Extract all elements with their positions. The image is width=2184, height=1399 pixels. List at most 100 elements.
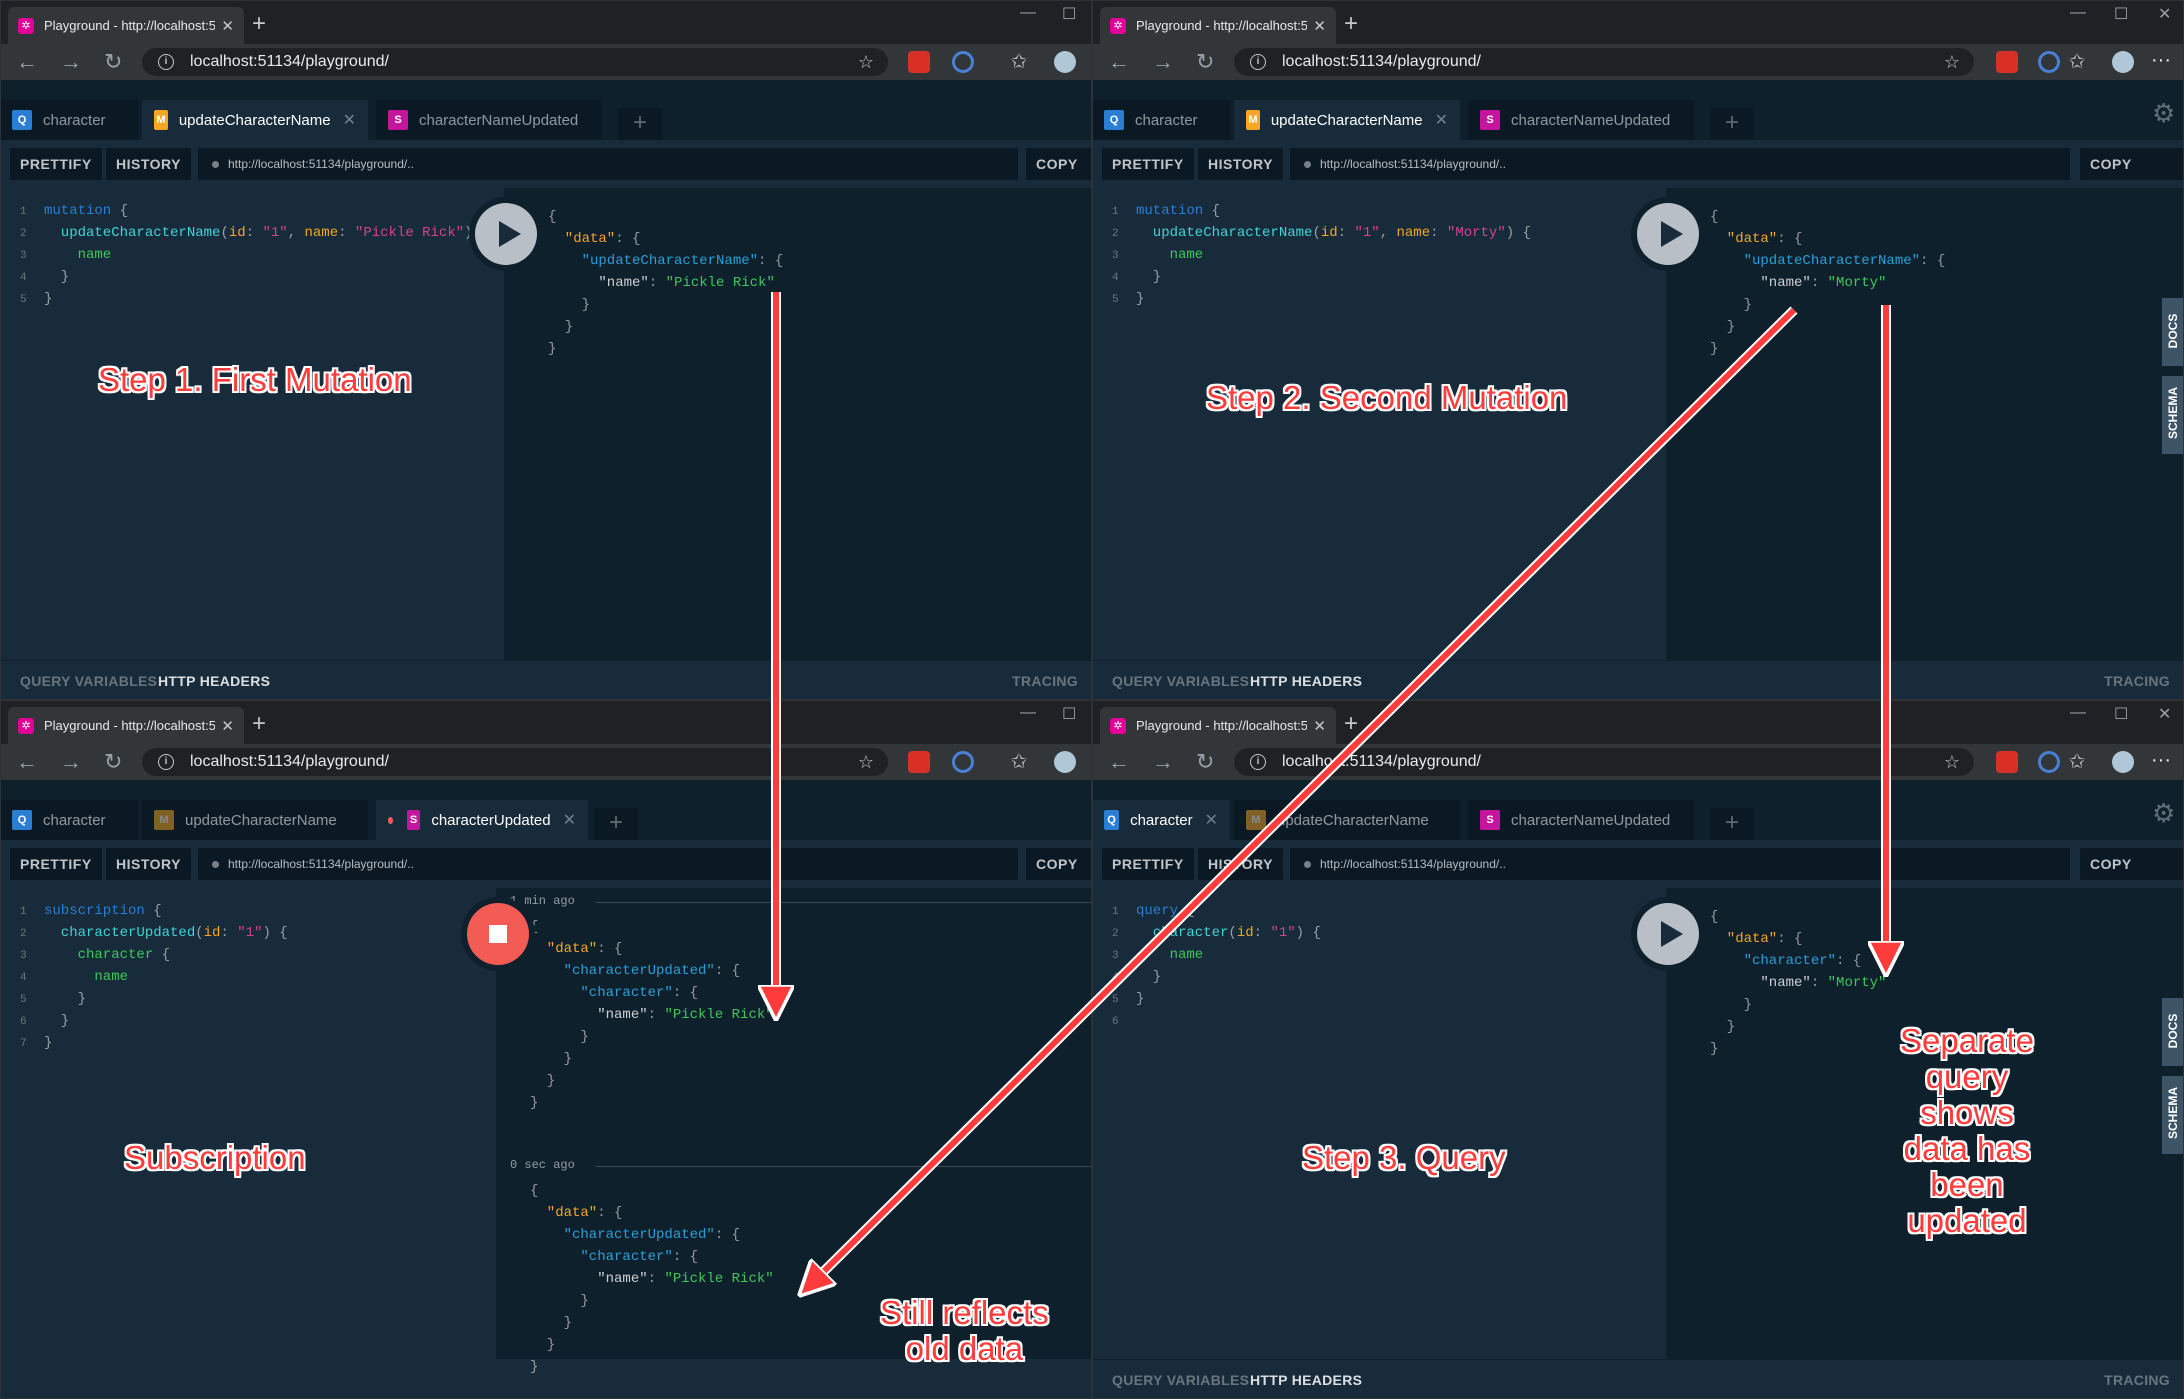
close-tab-icon[interactable]: ✕ <box>1205 810 1218 830</box>
docs-tab[interactable]: DOCS <box>2162 298 2184 366</box>
close-tab-icon[interactable]: ✕ <box>221 717 234 735</box>
gear-icon[interactable]: ⚙ <box>2152 798 2175 829</box>
tab-characterupdated[interactable]: S characterUpdated ✕ <box>376 800 588 840</box>
avatar[interactable] <box>2112 751 2134 773</box>
add-tab-button[interactable]: + <box>618 108 662 140</box>
tab-updatecharactername[interactable]: M updateCharacterName <box>142 800 368 840</box>
prettify-button[interactable]: PRETTIFY <box>10 848 102 880</box>
play-icon[interactable] <box>1637 903 1699 965</box>
star-icon[interactable]: ☆ <box>858 48 874 76</box>
endpoint-field[interactable]: http://localhost:51134/playground/.. <box>198 848 1018 880</box>
info-icon[interactable]: i <box>158 54 174 70</box>
extension-icon[interactable] <box>1996 51 2018 73</box>
forward-arrow-icon[interactable]: → <box>1152 750 1174 774</box>
minimize-icon[interactable]: — <box>1020 704 1036 722</box>
code-line[interactable]: 3 name <box>20 244 111 266</box>
copy-curl-button[interactable]: COPY CURL <box>1026 848 1092 904</box>
browser-tab[interactable]: ✲ Playground - http://localhost:51 ✕ <box>1100 707 1336 744</box>
tab-character[interactable]: Q character ✕ <box>1092 800 1230 840</box>
code-line[interactable]: 5 } <box>20 988 86 1010</box>
forward-arrow-icon[interactable]: → <box>1152 50 1174 74</box>
code-line[interactable]: 7} <box>20 1032 52 1054</box>
code-line[interactable]: 3 name <box>1112 244 1203 266</box>
browser-tab[interactable]: ✲ Playground - http://localhost:51 ✕ <box>8 7 244 44</box>
close-tab-icon[interactable]: ✕ <box>1435 110 1448 130</box>
more-icon[interactable]: ··· <box>2150 50 2172 73</box>
avatar[interactable] <box>2112 51 2134 73</box>
query-editor[interactable]: 1 mutation {2 updateCharacterName(id: "1"… <box>0 188 504 660</box>
extension-icon[interactable] <box>1996 751 2018 773</box>
refresh-icon[interactable]: ↻ <box>1196 50 1214 74</box>
code-line[interactable]: 1 query { <box>1112 900 1195 922</box>
close-window-icon[interactable]: ✕ <box>2158 704 2171 724</box>
back-arrow-icon[interactable]: ← <box>16 50 38 74</box>
extension-icon[interactable] <box>952 51 974 73</box>
minimize-icon[interactable]: — <box>2070 704 2086 722</box>
info-icon[interactable]: i <box>1250 54 1266 70</box>
play-icon[interactable] <box>1637 203 1699 265</box>
copy-curl-button[interactable]: COPY CURL <box>2080 848 2184 904</box>
minimize-icon[interactable]: — <box>2070 4 2086 22</box>
avatar[interactable] <box>1054 51 1076 73</box>
extension-icon[interactable] <box>952 751 974 773</box>
tab-updatecharactername[interactable]: M updateCharacterName ✕ <box>1234 100 1460 140</box>
info-icon[interactable]: i <box>1250 754 1266 770</box>
copy-curl-button[interactable]: COPY CURL <box>2080 148 2184 204</box>
endpoint-field[interactable]: http://localhost:51134/playground/.. <box>1290 148 2070 180</box>
maximize-icon[interactable]: ☐ <box>1062 4 1076 24</box>
back-arrow-icon[interactable]: ← <box>16 750 38 774</box>
close-tab-icon[interactable]: ✕ <box>343 110 356 130</box>
code-line[interactable]: 4 } <box>1112 266 1161 288</box>
info-icon[interactable]: i <box>158 754 174 770</box>
code-line[interactable]: 5} <box>1112 988 1144 1010</box>
extension-icon[interactable] <box>908 51 930 73</box>
history-button[interactable]: HISTORY <box>1198 848 1283 880</box>
close-tab-icon[interactable]: ✕ <box>1313 717 1326 735</box>
code-line[interactable]: 4 } <box>20 266 69 288</box>
query-variables-tab[interactable]: QUERY VARIABLES <box>20 673 157 689</box>
code-line[interactable]: 1 subscription { <box>20 900 162 922</box>
history-button[interactable]: HISTORY <box>106 148 191 180</box>
code-line[interactable]: 4 name <box>20 966 128 988</box>
refresh-icon[interactable]: ↻ <box>104 750 122 774</box>
url-field[interactable]: i localhost:51134/playground/ ☆ <box>1234 48 1974 76</box>
tracing-tab[interactable]: TRACING <box>2104 1372 2170 1388</box>
endpoint-field[interactable]: http://localhost:51134/playground/.. <box>1290 848 2070 880</box>
tab-characternameupdated[interactable]: S characterNameUpdated <box>376 100 602 140</box>
close-window-icon[interactable]: ✕ <box>2158 4 2171 24</box>
tab-characternameupdated[interactable]: S characterNameUpdated <box>1468 100 1694 140</box>
code-line[interactable]: 2 character(id: "1") { <box>1112 922 1321 944</box>
collections-icon[interactable]: ✩ <box>1008 51 1030 73</box>
endpoint-field[interactable]: http://localhost:51134/playground/.. <box>198 148 1018 180</box>
prettify-button[interactable]: PRETTIFY <box>10 148 102 180</box>
tab-character[interactable]: Q character <box>0 800 138 840</box>
refresh-icon[interactable]: ↻ <box>1196 750 1214 774</box>
prettify-button[interactable]: PRETTIFY <box>1102 148 1194 180</box>
code-line[interactable]: 2 updateCharacterName(id: "1", name: "Mo… <box>1112 222 1531 244</box>
extension-icon[interactable] <box>908 751 930 773</box>
query-editor[interactable]: 1 subscription {2 characterUpdated(id: "1… <box>0 888 496 1359</box>
browser-tab[interactable]: ✲ Playground - http://localhost:51 ✕ <box>1100 7 1336 44</box>
docs-tab[interactable]: DOCS <box>2162 998 2184 1066</box>
code-line[interactable]: 6 <box>1112 1010 1136 1032</box>
forward-arrow-icon[interactable]: → <box>60 50 82 74</box>
code-line[interactable]: 4 } <box>1112 966 1161 988</box>
avatar[interactable] <box>1054 751 1076 773</box>
collections-icon[interactable]: ✩ <box>1008 751 1030 773</box>
new-tab-icon[interactable]: + <box>252 709 266 739</box>
history-button[interactable]: HISTORY <box>1198 148 1283 180</box>
http-headers-tab[interactable]: HTTP HEADERS <box>1250 1372 1362 1388</box>
add-tab-button[interactable]: + <box>1710 808 1754 840</box>
tab-updatecharactername[interactable]: M updateCharacterName ✕ <box>142 100 368 140</box>
history-button[interactable]: HISTORY <box>106 848 191 880</box>
maximize-icon[interactable]: ☐ <box>2114 4 2128 24</box>
schema-tab[interactable]: SCHEMA <box>2162 1076 2184 1154</box>
maximize-icon[interactable]: ☐ <box>1062 704 1076 724</box>
code-line[interactable]: 3 name <box>1112 944 1203 966</box>
extension-icon[interactable] <box>2038 51 2060 73</box>
star-icon[interactable]: ☆ <box>858 748 874 776</box>
code-line[interactable]: 1 mutation { <box>20 200 128 222</box>
back-arrow-icon[interactable]: ← <box>1108 750 1130 774</box>
add-tab-button[interactable]: + <box>1710 108 1754 140</box>
back-arrow-icon[interactable]: ← <box>1108 50 1130 74</box>
